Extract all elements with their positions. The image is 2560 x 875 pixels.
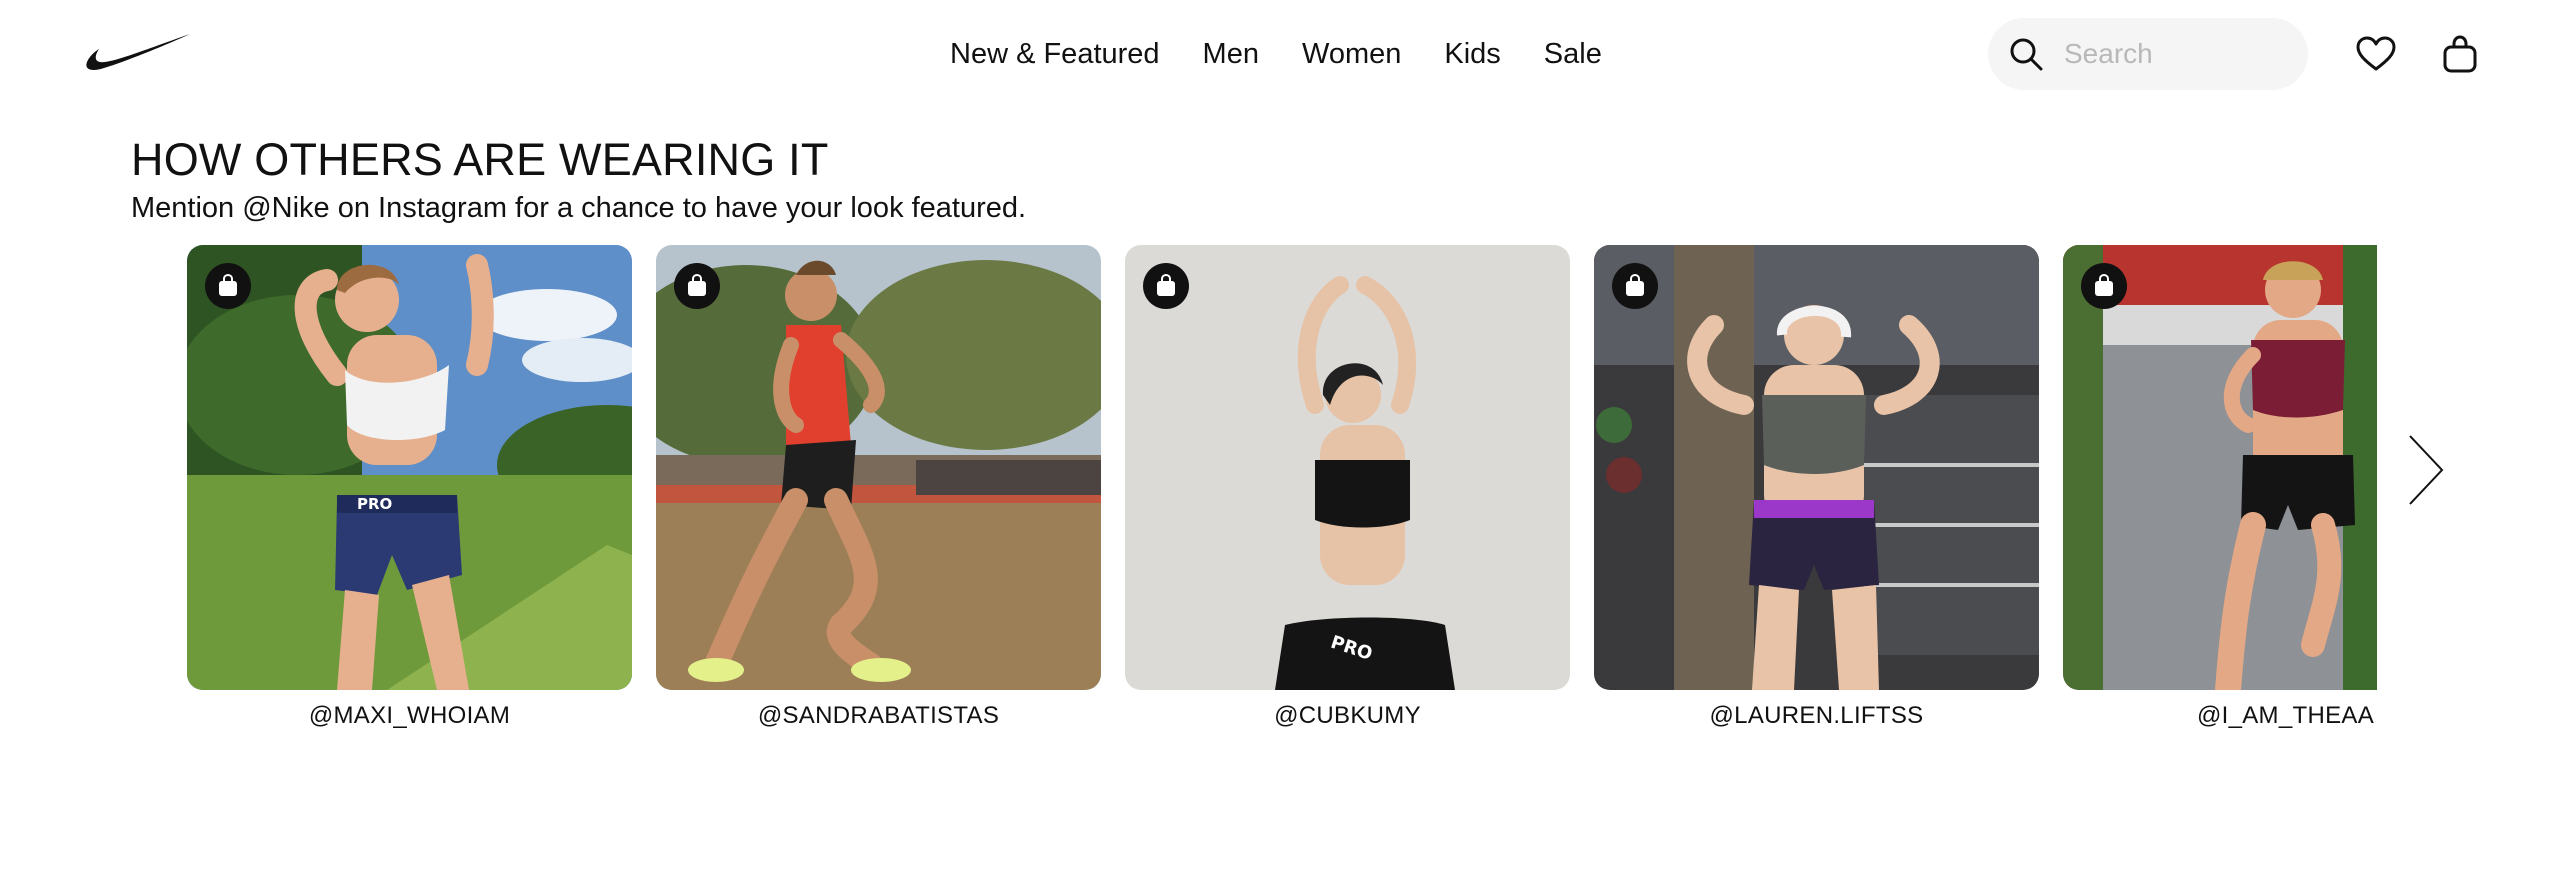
nav-kids[interactable]: Kids: [1444, 32, 1500, 76]
nav-sale[interactable]: Sale: [1544, 32, 1602, 76]
ugc-handle[interactable]: @MAXI_WHOIAM: [187, 702, 632, 730]
ugc-card[interactable]: @I_AM_THEAA: [2063, 245, 2377, 730]
shopping-bag-icon[interactable]: [674, 263, 720, 309]
ugc-card[interactable]: PRO @CUBKUMY: [1125, 245, 1570, 730]
photo-woman-flexing-gym: [1594, 245, 2039, 690]
ugc-photo[interactable]: [2063, 245, 2377, 690]
bag-icon[interactable]: [2436, 30, 2484, 78]
shopping-bag-icon[interactable]: [1143, 263, 1189, 309]
svg-text:PRO: PRO: [357, 495, 392, 513]
photo-woman-running-road: [2063, 245, 2377, 690]
photo-woman-running-track: [656, 245, 1101, 690]
ugc-handle[interactable]: @I_AM_THEAA: [2063, 702, 2377, 730]
ugc-photo[interactable]: PRO: [187, 245, 632, 690]
ugc-photo[interactable]: [656, 245, 1101, 690]
search-box: [1988, 18, 2308, 90]
heart-icon[interactable]: [2352, 30, 2400, 78]
search-icon[interactable]: [1988, 18, 2064, 90]
nav-new-featured[interactable]: New & Featured: [950, 32, 1160, 76]
shopping-bag-icon[interactable]: [1612, 263, 1658, 309]
ugc-card[interactable]: @SANDRABATISTAS: [656, 245, 1101, 730]
ugc-card[interactable]: @LAUREN.LIFTSS: [1594, 245, 2039, 730]
ugc-photo[interactable]: [1594, 245, 2039, 690]
main-nav: New & Featured Men Women Kids Sale: [950, 32, 1602, 76]
ugc-handle[interactable]: @SANDRABATISTAS: [656, 702, 1101, 730]
ugc-handle[interactable]: @LAUREN.LIFTSS: [1594, 702, 2039, 730]
shopping-bag-icon[interactable]: [205, 263, 251, 309]
nike-logo[interactable]: [84, 30, 192, 74]
photo-woman-studio-pose: PRO: [1125, 245, 1570, 690]
nav-women[interactable]: Women: [1302, 32, 1401, 76]
ugc-photo[interactable]: PRO: [1125, 245, 1570, 690]
section-subtitle: Mention @Nike on Instagram for a chance …: [131, 192, 1027, 224]
swoosh-icon: [86, 34, 190, 70]
chevron-right-icon[interactable]: [2400, 430, 2450, 510]
nav-men[interactable]: Men: [1203, 32, 1259, 76]
search-input[interactable]: [2064, 29, 2284, 79]
section-title: HOW OTHERS ARE WEARING IT: [131, 134, 829, 185]
ugc-card[interactable]: PRO @MAXI_WHOIAM: [187, 245, 632, 730]
ugc-handle[interactable]: @CUBKUMY: [1125, 702, 1570, 730]
photo-woman-posing-outdoors: PRO: [187, 245, 632, 690]
site-header: New & Featured Men Women Kids Sale: [0, 0, 2560, 108]
shopping-bag-icon[interactable]: [2081, 263, 2127, 309]
ugc-carousel: PRO @MAXI_WHOIAM @SANDRABATISTAS PRO @CU…: [187, 245, 2377, 745]
